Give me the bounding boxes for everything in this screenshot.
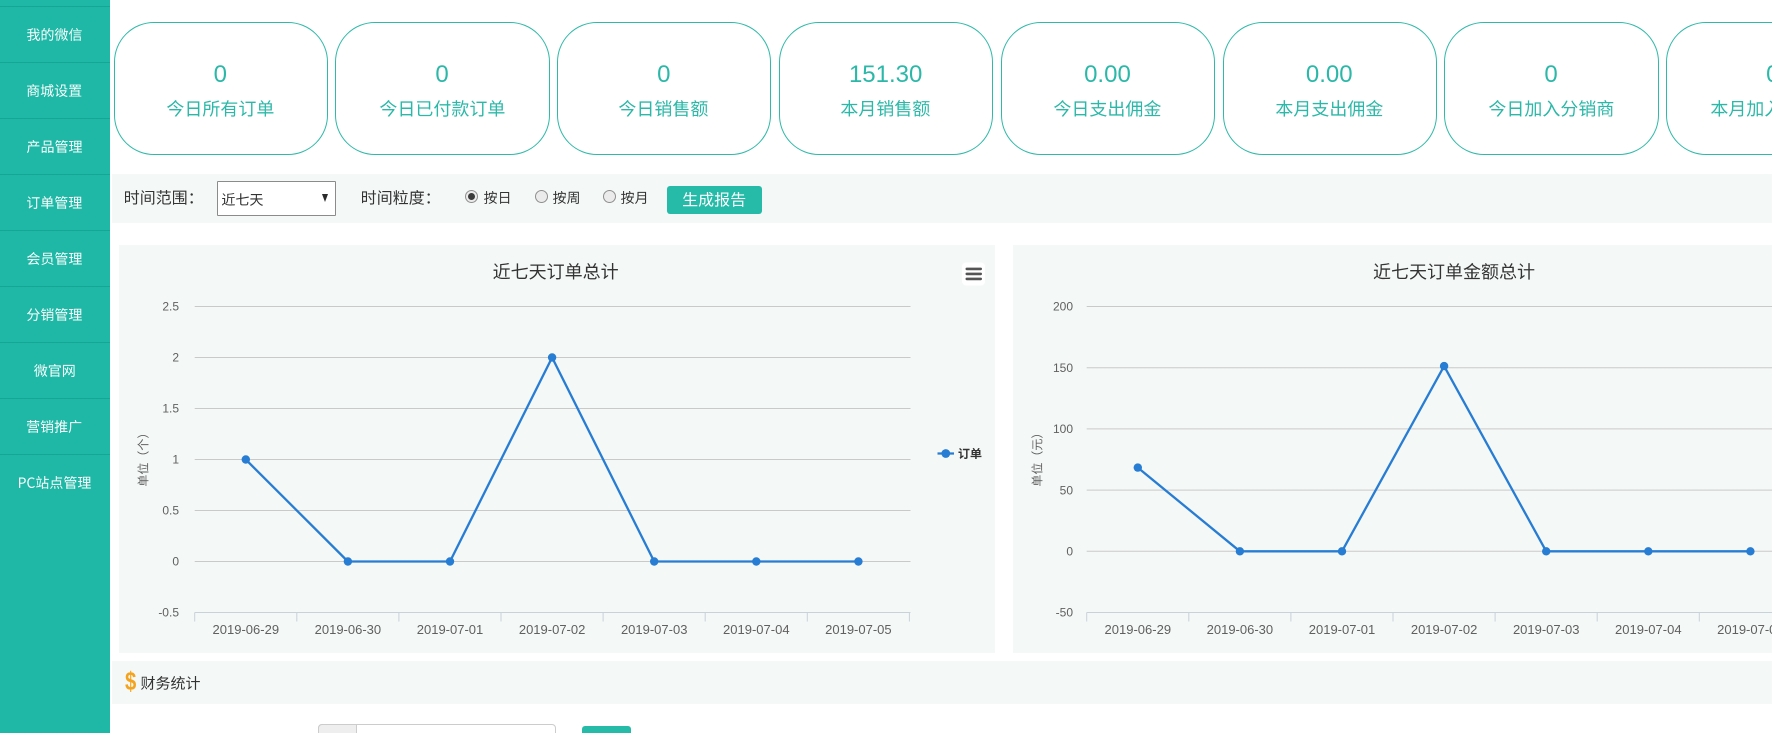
svg-text:2019-07-03: 2019-07-03 bbox=[621, 622, 688, 637]
svg-text:2019-07-02: 2019-07-02 bbox=[519, 622, 586, 637]
svg-text:50: 50 bbox=[1060, 483, 1074, 497]
svg-text:2019-06-30: 2019-06-30 bbox=[1207, 622, 1274, 637]
svg-text:2019-07-03: 2019-07-03 bbox=[1513, 622, 1580, 637]
svg-text:2019-07-04: 2019-07-04 bbox=[723, 622, 790, 637]
svg-text:1.5: 1.5 bbox=[163, 401, 180, 415]
svg-text:2: 2 bbox=[173, 350, 180, 364]
svg-text:150: 150 bbox=[1053, 360, 1073, 374]
svg-text:2019-06-29: 2019-06-29 bbox=[213, 622, 279, 637]
svg-text:-0.5: -0.5 bbox=[159, 605, 180, 619]
svg-text:2.5: 2.5 bbox=[163, 299, 180, 313]
svg-text:1: 1 bbox=[173, 452, 180, 466]
svg-text:2019-07-01: 2019-07-01 bbox=[1309, 622, 1376, 637]
svg-text:-50: -50 bbox=[1056, 605, 1074, 619]
svg-text:2019-07-02: 2019-07-02 bbox=[1411, 622, 1478, 637]
svg-text:0.5: 0.5 bbox=[163, 503, 180, 517]
svg-text:2019-07-05: 2019-07-05 bbox=[825, 622, 892, 637]
svg-text:2019-07-01: 2019-07-01 bbox=[417, 622, 484, 637]
svg-text:0: 0 bbox=[173, 554, 180, 568]
svg-text:2019-06-29: 2019-06-29 bbox=[1105, 622, 1172, 637]
svg-text:2019-07-05: 2019-07-05 bbox=[1717, 622, 1772, 637]
svg-text:200: 200 bbox=[1053, 299, 1073, 313]
svg-text:0: 0 bbox=[1067, 544, 1074, 558]
svg-text:2019-06-30: 2019-06-30 bbox=[315, 622, 382, 637]
svg-text:2019-07-04: 2019-07-04 bbox=[1615, 622, 1682, 637]
svg-text:100: 100 bbox=[1053, 422, 1073, 436]
